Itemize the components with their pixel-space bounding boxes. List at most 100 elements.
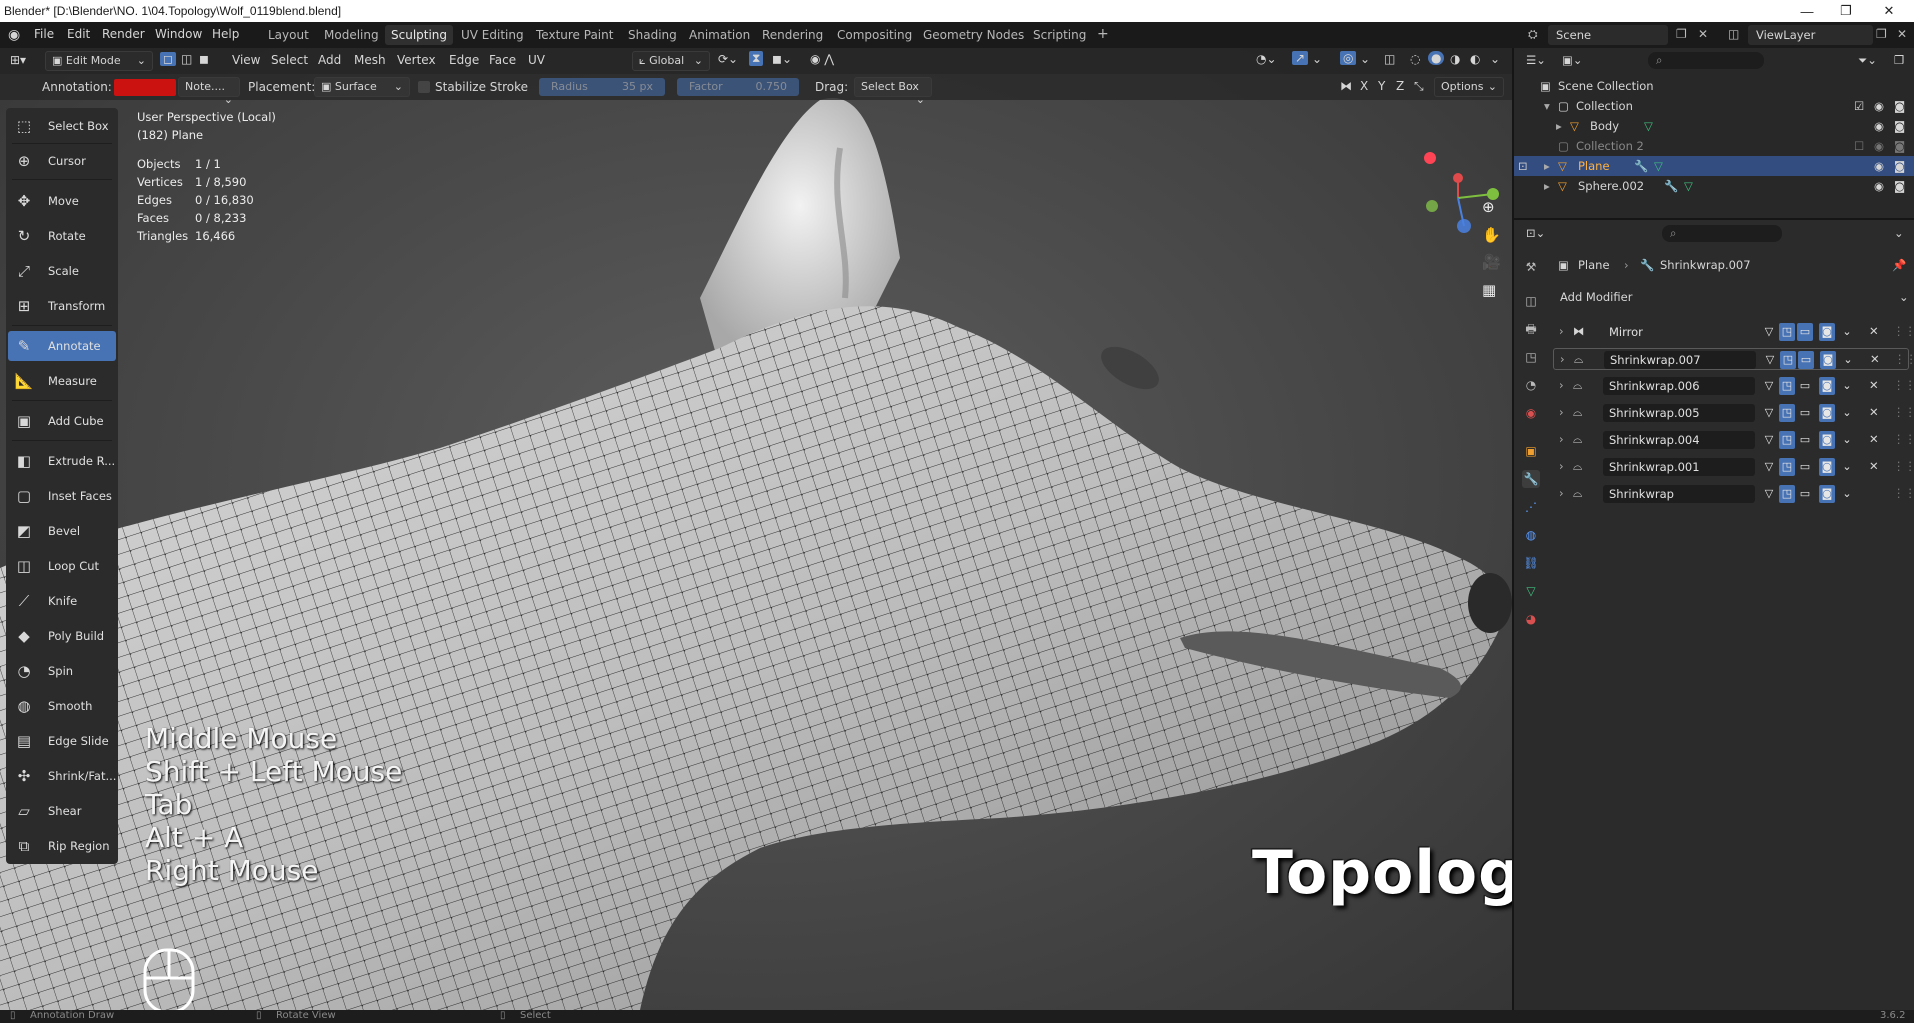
expand-arrow-icon[interactable]: ▸ [1544, 179, 1550, 193]
render-toggle-icon[interactable]: ◙ [1819, 431, 1835, 449]
remove-scene-icon[interactable]: ✕ [1698, 27, 1708, 41]
tool-select-box[interactable]: ⬚ Select Box [8, 111, 116, 141]
render-toggle-icon[interactable]: ◙ [1819, 377, 1835, 395]
cage-toggle-icon[interactable]: ◳ [1779, 404, 1795, 422]
edit-mode-indicator-icon[interactable]: ⊡ [1518, 159, 1528, 173]
menu-help[interactable]: Help [212, 27, 239, 41]
radius-slider[interactable]: Radius 35 px [539, 78, 665, 96]
edit-mode-toggle-icon[interactable]: ▽ [1761, 377, 1777, 395]
shading-dropdown-icon[interactable]: ⌄ [1490, 52, 1500, 66]
modifier-row-shrinkwrap[interactable]: › ⌓ Shrinkwrap ▽ ◳ ▭ ◙ ⌄ ⋮⋮ [1553, 483, 1914, 505]
tool-poly-build[interactable]: ◆ Poly Build [8, 621, 116, 651]
chevron-down-icon[interactable]: ⌄ [1839, 485, 1855, 503]
edge-select-icon[interactable]: ◫ [181, 52, 192, 66]
material-tab-icon[interactable]: ◕ [1522, 610, 1540, 628]
expand-arrow-icon[interactable]: ▸ [1556, 119, 1562, 133]
pivot-point-icon[interactable]: ⟳⌄ [718, 52, 738, 66]
render-toggle-icon[interactable]: ◙ [1819, 458, 1835, 476]
constraints-tab-icon[interactable]: ⛓ [1522, 554, 1540, 572]
tool-tab-icon[interactable]: ⚒ [1522, 258, 1540, 276]
outliner-item-collection[interactable]: Collection [1576, 99, 1633, 113]
menu-mesh[interactable]: Mesh [354, 53, 386, 67]
modifier-row-mirror[interactable]: › ⧓ Mirror ▽ ◳ ▭ ◙ ⌄ ✕ ⋮⋮ [1553, 321, 1914, 343]
chevron-down-icon[interactable]: ⌄ [1839, 431, 1855, 449]
chevron-down-icon[interactable]: ⌄ [1839, 458, 1855, 476]
tool-add-cube[interactable]: ▣ Add Cube [8, 406, 116, 436]
menu-edge[interactable]: Edge [449, 53, 479, 67]
tab-modeling[interactable]: Modeling [318, 25, 385, 45]
menu-view[interactable]: View [232, 53, 260, 67]
modifier-name-field[interactable]: Shrinkwrap.007 [1604, 351, 1756, 369]
overlays-toggle-icon[interactable]: ◎ [1340, 51, 1357, 65]
expand-arrow-icon[interactable]: › [1559, 378, 1564, 392]
tool-shrink-fatten[interactable]: ✣ Shrink/Fat... [8, 761, 117, 791]
menu-window[interactable]: Window [155, 27, 202, 41]
tool-spin[interactable]: ◔ Spin [8, 656, 116, 686]
drag-handle-icon[interactable]: ⋮⋮ [1893, 459, 1914, 473]
realtime-toggle-icon[interactable]: ▭ [1797, 458, 1813, 476]
blender-logo-icon[interactable]: ◉ [8, 27, 20, 43]
tool-knife[interactable]: ⟋ Knife [8, 586, 116, 616]
menu-add[interactable]: Add [318, 53, 341, 67]
tool-inset-faces[interactable]: ▢ Inset Faces [8, 481, 116, 511]
edit-mode-toggle-icon[interactable]: ▽ [1762, 351, 1778, 369]
render-camera-icon[interactable]: ◙ [1894, 159, 1905, 173]
expand-arrow-icon[interactable]: › [1559, 432, 1564, 446]
gizmo-dropdown-icon[interactable]: ⌄ [1312, 52, 1322, 66]
modifier-name-field[interactable]: Shrinkwrap.005 [1603, 404, 1755, 422]
cage-toggle-icon[interactable]: ◳ [1780, 351, 1796, 369]
placement-dropdown[interactable]: ▣ Surface ⌄ [314, 77, 410, 97]
mode-selector[interactable]: ▣ Edit Mode ⌄ [45, 51, 153, 71]
cage-toggle-icon[interactable]: ◳ [1779, 431, 1795, 449]
tool-cursor[interactable]: ⊕ Cursor [8, 146, 116, 176]
minimize-button[interactable]: — [1790, 1, 1824, 21]
edit-mode-toggle-icon[interactable]: ▽ [1761, 323, 1777, 341]
visibility-eye-icon[interactable]: ◉ [1874, 99, 1884, 113]
view-layer-selector[interactable]: ViewLayer [1748, 25, 1873, 45]
tab-scripting[interactable]: Scripting [1027, 25, 1092, 45]
drag-handle-icon[interactable]: ⋮⋮ [1893, 378, 1914, 392]
outliner-item-plane[interactable]: Plane [1578, 159, 1610, 173]
outliner-item-collection-2[interactable]: Collection 2 [1576, 139, 1644, 153]
new-collection-icon[interactable]: ❐ [1894, 53, 1904, 67]
scene-selector[interactable]: Scene [1548, 25, 1668, 45]
expand-arrow-icon[interactable]: › [1559, 324, 1564, 338]
tab-geometry-nodes[interactable]: Geometry Nodes [917, 25, 1030, 45]
expand-arrow-icon[interactable]: › [1560, 352, 1565, 366]
properties-search-input[interactable]: ⌕ [1662, 225, 1782, 242]
visibility-eye-icon[interactable]: ◉ [1874, 119, 1884, 133]
tool-move[interactable]: ✥ Move [8, 186, 116, 216]
menu-vertex[interactable]: Vertex [397, 53, 436, 67]
close-window-button[interactable]: ✕ [1872, 1, 1906, 21]
realtime-toggle-icon[interactable]: ▭ [1797, 431, 1813, 449]
data-tab-icon[interactable]: ▽ [1522, 582, 1540, 600]
drag-dropdown[interactable]: Select Box ⌄ [854, 77, 932, 106]
edit-mode-toggle-icon[interactable]: ▽ [1761, 431, 1777, 449]
expand-arrow-icon[interactable]: › [1559, 486, 1564, 500]
camera-view-icon[interactable]: 🎥 [1482, 253, 1501, 271]
outliner-item-body[interactable]: Body [1590, 119, 1619, 133]
expand-arrow-icon[interactable]: ▸ [1544, 159, 1550, 173]
visibility-selectability-icon[interactable]: ◔⌄ [1256, 52, 1277, 66]
edit-mode-toggle-icon[interactable]: ▽ [1761, 458, 1777, 476]
modifier-row-shrinkwrap-005[interactable]: › ⌓ Shrinkwrap.005 ▽ ◳ ▭ ◙ ⌄ ✕ ⋮⋮ [1553, 402, 1914, 424]
tab-uv-editing[interactable]: UV Editing [455, 25, 530, 45]
add-modifier-dropdown[interactable]: Add Modifier ⌄ [1554, 288, 1912, 308]
visibility-eye-icon[interactable]: ◉ [1874, 139, 1884, 153]
render-camera-icon[interactable]: ◙ [1894, 119, 1905, 133]
outliner-editor-type-icon[interactable]: ☰⌄ [1526, 53, 1546, 67]
snap-target-icon[interactable]: ◼⌄ [772, 52, 792, 66]
visibility-eye-icon[interactable]: ◉ [1874, 159, 1884, 173]
options-dropdown[interactable]: Options ⌄ [1434, 77, 1504, 97]
tool-rip-region[interactable]: ⧉ Rip Region [8, 831, 116, 861]
pin-icon[interactable]: 📌 [1892, 258, 1906, 272]
annotation-layer-dropdown[interactable]: Note.... ⌄ [178, 77, 240, 106]
stabilize-stroke-checkbox[interactable] [418, 81, 430, 93]
menu-edit[interactable]: Edit [67, 27, 90, 41]
tab-layout[interactable]: Layout [262, 25, 315, 45]
mirror-z-toggle[interactable]: Z [1396, 79, 1404, 93]
render-camera-icon[interactable]: ◙ [1894, 139, 1905, 153]
scene-tab-icon[interactable]: ◔ [1522, 376, 1540, 394]
drag-handle-icon[interactable]: ⋮⋮ [1893, 432, 1914, 446]
new-scene-icon[interactable]: ❐ [1676, 27, 1687, 41]
